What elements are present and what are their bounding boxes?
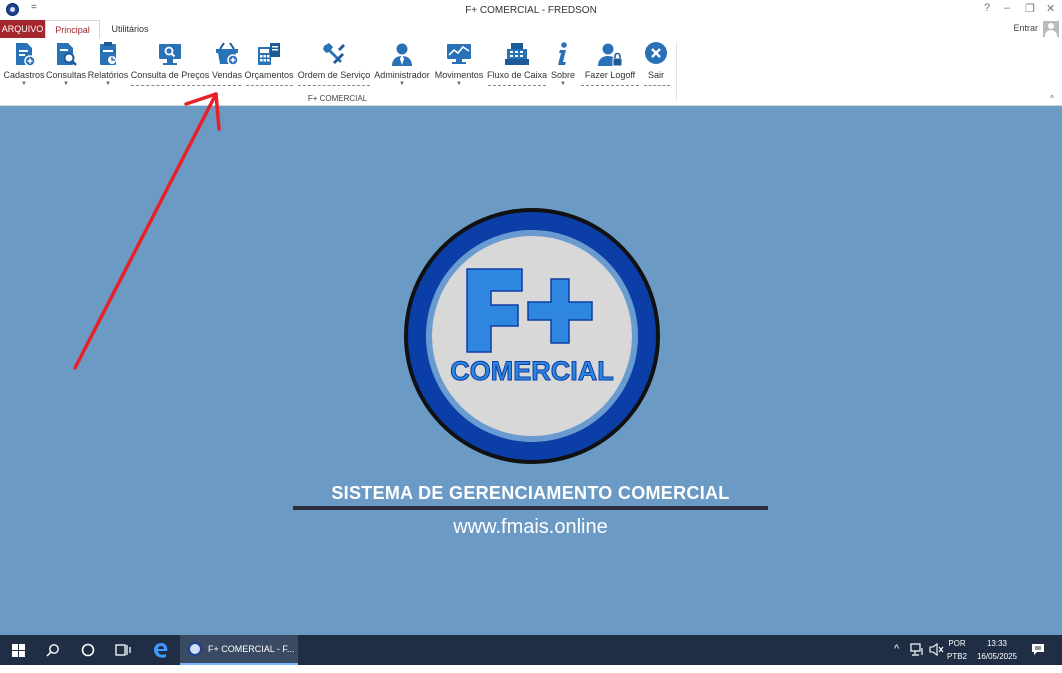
user-avatar-icon[interactable]	[1043, 21, 1059, 37]
sair-label: Sair	[647, 70, 664, 80]
ordem-de-servico-label: Ordem de Serviço	[297, 70, 371, 80]
taskbar-app-label: F+ COMERCIAL - F...	[208, 644, 295, 654]
volume-muted-icon[interactable]	[929, 642, 945, 673]
chevron-down-icon: ▼	[456, 81, 462, 87]
search-icon	[46, 644, 59, 657]
windows-logo-icon	[11, 643, 25, 657]
cortana-circle-icon	[81, 643, 95, 657]
chevron-down-icon: ▼	[399, 81, 405, 87]
task-view-button[interactable]	[108, 635, 138, 665]
minimize-button[interactable]: –	[1004, 2, 1010, 14]
cadastros-label: Cadastros	[3, 70, 45, 80]
ribbon-divider	[131, 85, 241, 86]
ribbon: Cadastros ▼ Consultas ▼ Relatórios ▼ Con…	[0, 38, 1062, 106]
consultas-icon	[57, 43, 77, 66]
ribbon-divider	[246, 85, 293, 86]
cadastros-icon	[16, 43, 36, 67]
orcamentos-label: Orçamentos	[244, 70, 294, 80]
tab-principal[interactable]: Principal	[45, 20, 100, 39]
main-background: COMERCIAL SISTEMA DE GERENCIAMENTO COMER…	[0, 106, 1062, 635]
user-lock-icon	[598, 43, 623, 67]
restore-button[interactable]: ❐	[1025, 2, 1035, 15]
taskbar-app-fmais[interactable]: F+ COMERCIAL - F...	[180, 635, 298, 665]
administrador-label: Administrador	[374, 70, 430, 80]
chevron-down-icon: ▼	[63, 81, 69, 87]
app-logo-icon	[188, 642, 202, 656]
clock-date[interactable]: 16/05/2025	[974, 652, 1020, 661]
consultas-button[interactable]: Consultas ▼	[46, 40, 86, 92]
administrador-button[interactable]: Administrador ▼	[373, 40, 431, 92]
relatorios-label: Relatórios	[87, 70, 129, 80]
exit-icon	[645, 42, 667, 64]
admin-user-icon	[392, 43, 412, 66]
chart-monitor-icon	[447, 44, 471, 64]
slogan-text: SISTEMA DE GERENCIAMENTO COMERCIAL	[331, 483, 730, 503]
task-view-icon	[115, 644, 131, 656]
search-button[interactable]	[38, 635, 68, 665]
ribbon-divider	[644, 85, 670, 86]
tab-arquivo[interactable]: ARQUIVO	[0, 20, 45, 38]
cortana-button[interactable]	[73, 635, 103, 665]
slogan-underline	[293, 506, 768, 510]
title-bar: = F+ COMERCIAL - FREDSON ? – ❐ ✕	[0, 0, 1062, 20]
cadastros-button[interactable]: Cadastros ▼	[3, 40, 45, 92]
shopping-basket-icon	[216, 42, 239, 66]
chevron-down-icon: ▼	[560, 81, 566, 87]
movimentos-label: Movimentos	[434, 70, 484, 80]
show-hidden-icons-chevron-icon[interactable]: ^	[894, 643, 899, 673]
cash-register-icon	[505, 43, 529, 65]
logo-text: COMERCIAL	[450, 356, 614, 386]
movimentos-button[interactable]: Movimentos ▼	[433, 40, 485, 92]
language-indicator[interactable]: POR	[946, 639, 968, 648]
clock-time[interactable]: 13:33	[974, 639, 1020, 648]
price-monitor-icon	[159, 44, 181, 65]
sign-in-link[interactable]: Entrar	[1013, 23, 1038, 33]
sobre-label: Sobre	[550, 70, 576, 80]
close-button[interactable]: ✕	[1046, 2, 1055, 15]
relatorios-button[interactable]: Relatórios ▼	[87, 40, 129, 92]
chevron-down-icon: ▼	[21, 81, 27, 87]
ribbon-group-separator	[676, 42, 677, 100]
edge-icon	[154, 643, 168, 658]
vendas-label: Vendas	[211, 70, 243, 80]
help-icon[interactable]: ?	[984, 2, 990, 14]
info-icon	[558, 42, 567, 65]
fmais-comercial-logo: COMERCIAL	[404, 208, 660, 464]
ribbon-divider	[298, 85, 370, 86]
chevron-down-icon: ▼	[105, 81, 111, 87]
window-title: F+ COMERCIAL - FREDSON	[465, 5, 597, 16]
calculator-icon	[258, 43, 280, 65]
sobre-button[interactable]: Sobre ▼	[549, 40, 577, 92]
tools-icon	[323, 43, 345, 64]
keyboard-layout[interactable]: PTB2	[946, 652, 968, 661]
start-button[interactable]	[3, 635, 33, 665]
windows-taskbar: F+ COMERCIAL - F... ^ POR PTB2 13:33 16/…	[0, 635, 1062, 665]
ribbon-divider	[581, 85, 639, 86]
collapse-ribbon-icon[interactable]: ^	[1050, 94, 1054, 103]
tab-utilitarios[interactable]: Utilitários	[104, 20, 156, 38]
relatorios-icon	[100, 42, 116, 65]
notifications-icon[interactable]	[1031, 643, 1045, 673]
website-url: www.fmais.online	[453, 516, 608, 538]
fluxo-de-caixa-label: Fluxo de Caixa	[486, 70, 548, 80]
fazer-logoff-label: Fazer Logoff	[584, 70, 636, 80]
edge-browser-button[interactable]	[146, 635, 176, 665]
consultas-label: Consultas	[45, 70, 87, 80]
ribbon-divider	[488, 85, 546, 86]
consulta-de-precos-label: Consulta de Preços	[130, 70, 210, 80]
ribbon-tabs: ARQUIVO Principal Utilitários Entrar	[0, 20, 1062, 39]
ribbon-group-label: F+ COMERCIAL	[307, 94, 368, 103]
network-icon[interactable]	[910, 643, 924, 673]
